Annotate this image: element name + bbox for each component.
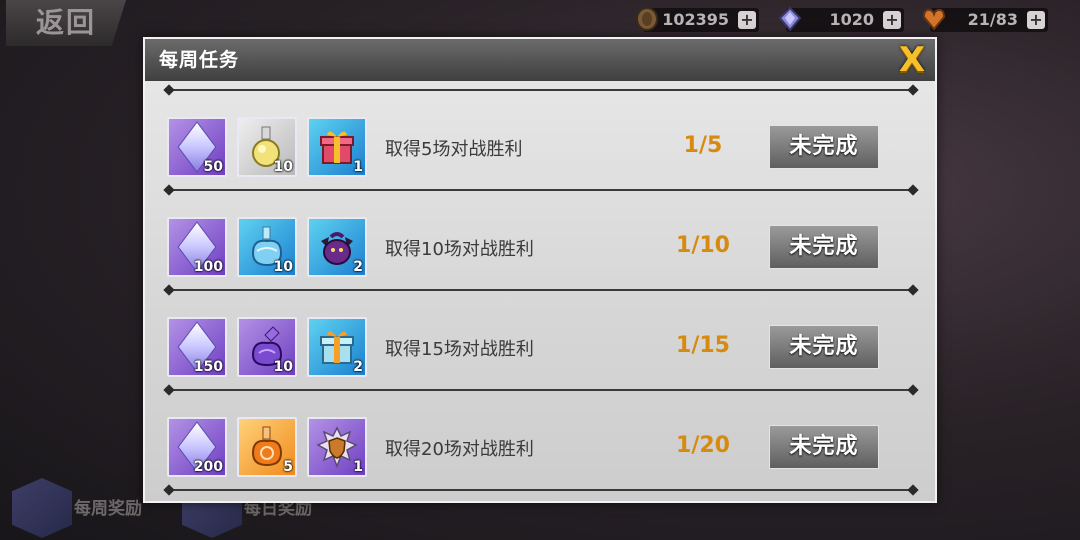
reward-count: 200 (193, 459, 223, 475)
divider (169, 89, 913, 91)
chest-icon (12, 478, 72, 538)
dialog-header: 每周任务 X (145, 39, 935, 81)
task-description: 取得5场对战胜利 (385, 139, 523, 160)
task-status-button[interactable]: 未完成 (769, 425, 879, 469)
task-progress: 1/10 (676, 233, 730, 258)
reward-item[interactable]: 2 (307, 317, 367, 377)
coin-value: 102395 (662, 10, 729, 29)
divider (169, 189, 913, 191)
back-button[interactable]: 返回 (6, 0, 126, 46)
task-progress: 1/5 (683, 133, 723, 158)
reward-item[interactable]: 10 (237, 217, 297, 277)
divider (169, 489, 913, 491)
gem-value: 1020 (829, 10, 874, 29)
reward-count: 10 (273, 359, 293, 375)
reward-item[interactable]: 1 (307, 117, 367, 177)
reward-count: 10 (273, 159, 293, 175)
reward-item[interactable]: 200 (167, 417, 227, 477)
reward-count: 10 (273, 259, 293, 275)
task-description: 取得15场对战胜利 (385, 339, 534, 360)
reward-item[interactable]: 10 (237, 317, 297, 377)
task-status-button[interactable]: 未完成 (769, 225, 879, 269)
reward-count: 2 (353, 359, 363, 375)
close-button[interactable]: X (895, 43, 929, 77)
divider (169, 389, 913, 391)
task-status-button[interactable]: 未完成 (769, 325, 879, 369)
reward-count: 2 (353, 259, 363, 275)
task-progress: 1/20 (676, 433, 730, 458)
task-row: 50 10 1 取得5场对战胜利 1/5 未完成 (145, 109, 935, 209)
reward-count: 5 (283, 459, 293, 475)
task-row: 100 10 2 取得10场对战胜利 1/10 未完成 (145, 209, 935, 309)
task-row: 150 10 2 取得15场对战胜利 1/15 未完成 (145, 309, 935, 409)
add-coin-button[interactable]: + (738, 11, 756, 29)
reward-item[interactable]: 50 (167, 117, 227, 177)
dialog-title: 每周任务 (159, 49, 240, 71)
reward-count: 100 (193, 259, 223, 275)
add-stamina-button[interactable]: + (1027, 11, 1045, 29)
reward-count: 50 (203, 159, 223, 175)
tab-weekly-rewards[interactable]: 每周奖励 (12, 478, 162, 540)
divider (169, 289, 913, 291)
coin-icon (635, 6, 659, 32)
reward-item[interactable]: 10 (237, 117, 297, 177)
task-description: 取得10场对战胜利 (385, 239, 534, 260)
task-row: 200 5 1 取得20场对战胜利 1/20 未完成 (145, 409, 935, 509)
gem-counter: 1020 + (778, 6, 904, 32)
add-gem-button[interactable]: + (883, 11, 901, 29)
gem-icon (778, 6, 802, 32)
reward-count: 1 (353, 459, 363, 475)
reward-item[interactable]: 1 (307, 417, 367, 477)
weekly-tasks-dialog: 每周任务 X 50 10 1 取得5场对战胜利 1/5 未完成 100 10 2… (143, 37, 937, 503)
task-status-button[interactable]: 未完成 (769, 125, 879, 169)
heart-icon (922, 6, 946, 32)
coin-counter: 102395 + (636, 7, 759, 32)
reward-count: 1 (353, 159, 363, 175)
reward-count: 150 (193, 359, 223, 375)
reward-item[interactable]: 100 (167, 217, 227, 277)
stamina-value: 21/83 (967, 10, 1018, 29)
back-label: 返回 (36, 6, 97, 39)
reward-item[interactable]: 2 (307, 217, 367, 277)
reward-item[interactable]: 5 (237, 417, 297, 477)
stamina-counter: 21/83 + (922, 8, 1048, 32)
task-progress: 1/15 (676, 333, 730, 358)
reward-item[interactable]: 150 (167, 317, 227, 377)
task-description: 取得20场对战胜利 (385, 439, 534, 460)
tab-weekly-label: 每周奖励 (74, 499, 142, 519)
